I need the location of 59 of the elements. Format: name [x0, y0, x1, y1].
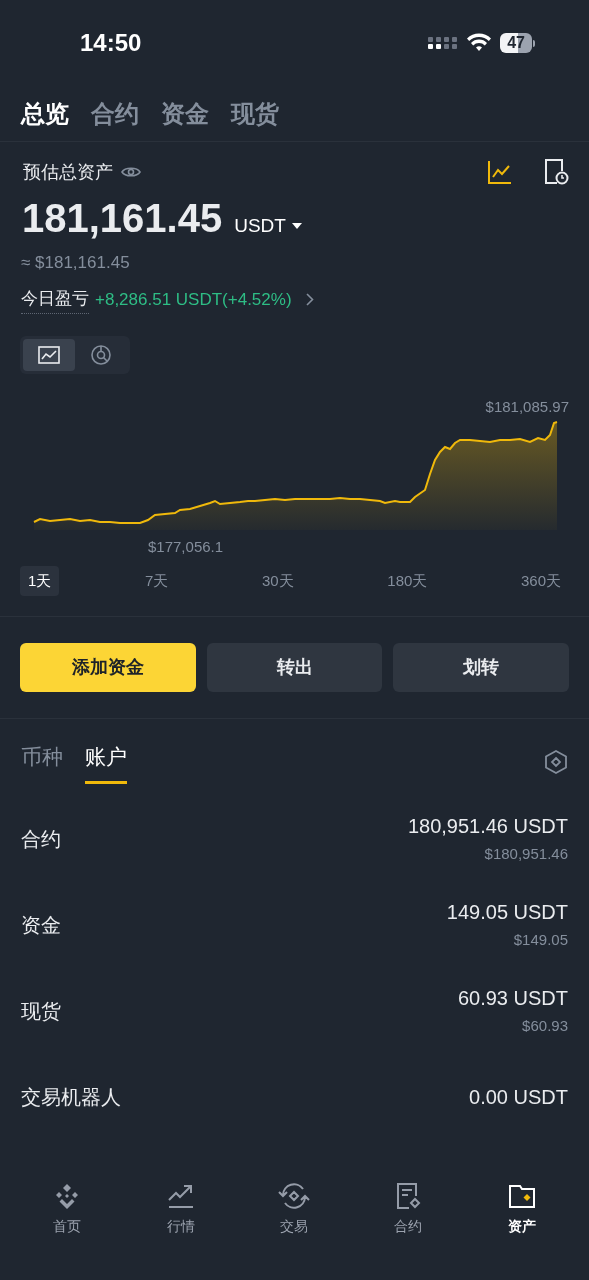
trend-up-icon: [166, 1182, 195, 1210]
min-value-label: $177,056.1: [148, 537, 224, 557]
account-row[interactable]: 现货 60.93 USDT $60.93: [21, 967, 568, 1054]
time-range-tab[interactable]: 7天: [137, 566, 177, 596]
line-chart-tab[interactable]: [23, 339, 75, 371]
add-funds-button[interactable]: 添加资金: [20, 643, 196, 692]
pie-chart-icon: [90, 344, 112, 366]
nav-item[interactable]: 交易: [254, 1182, 335, 1242]
wifi-icon: [466, 33, 493, 53]
time-range-tab[interactable]: 1天: [20, 566, 60, 596]
tab[interactable]: 合约: [91, 95, 139, 132]
battery-level: 47: [500, 33, 532, 53]
account-name: 现货: [21, 998, 61, 1024]
settings-icon[interactable]: [544, 749, 568, 776]
tab[interactable]: 现货: [231, 95, 279, 132]
time-range-tab[interactable]: 180天: [379, 566, 436, 596]
account-row[interactable]: 合约 180,951.46 USDT $180,951.46: [21, 795, 568, 882]
chart-icon[interactable]: [487, 159, 513, 185]
tab[interactable]: 总览: [21, 95, 69, 132]
tab[interactable]: 资金: [161, 95, 209, 132]
total-balance: 181,161.45: [22, 195, 223, 242]
nav-item[interactable]: 合约: [368, 1182, 449, 1242]
list-tab[interactable]: 币种: [21, 741, 63, 784]
nav-item[interactable]: 资产: [482, 1182, 563, 1242]
time-range-tab[interactable]: 30天: [253, 566, 302, 596]
eye-icon[interactable]: [121, 165, 141, 179]
swap-icon: [278, 1182, 311, 1210]
account-name: 合约: [21, 826, 61, 852]
account-usd-value: $149.05: [513, 930, 568, 951]
status-time: 14:50: [80, 28, 142, 58]
account-amount: 60.93 USDT: [457, 986, 568, 1012]
nav-item[interactable]: 首页: [26, 1182, 107, 1242]
time-range-tab[interactable]: 360天: [512, 566, 569, 596]
account-usd-value: $180,951.46: [484, 844, 568, 865]
account-name: 资金: [21, 912, 61, 938]
signal-icon: [428, 35, 459, 51]
max-value-label: $181,085.97: [485, 397, 569, 417]
caret-icon: [291, 223, 302, 230]
document-icon: [395, 1182, 422, 1210]
pnl-value: +8,286.51 USDT(+4.52%): [95, 289, 292, 311]
account-amount: 180,951.46 USDT: [407, 814, 568, 840]
nav-item[interactable]: 行情: [140, 1182, 221, 1242]
currency-dropdown[interactable]: USDT: [234, 212, 302, 241]
pnl-label: 今日盈亏: [21, 285, 89, 314]
total-assets-label: 预估总资产: [23, 160, 113, 184]
chevron-right-icon[interactable]: [305, 293, 314, 307]
approx-value: ≈ $181,161.45: [20, 252, 131, 274]
account-row[interactable]: 资金 149.05 USDT $149.05: [21, 881, 568, 968]
account-usd-value: $60.93: [522, 1016, 568, 1037]
history-icon[interactable]: [543, 158, 569, 186]
account-name: 交易机器人: [21, 1084, 121, 1110]
wallet-icon: [508, 1182, 537, 1210]
list-tab[interactable]: 账户: [85, 741, 127, 784]
action-button[interactable]: 划转: [393, 643, 569, 692]
account-row[interactable]: 交易机器人 0.00 USDT: [21, 1053, 568, 1140]
account-amount: 0.00 USDT: [469, 1084, 568, 1110]
account-amount: 149.05 USDT: [446, 900, 568, 926]
action-button[interactable]: 转出: [206, 643, 383, 692]
line-chart-icon: [38, 346, 60, 364]
